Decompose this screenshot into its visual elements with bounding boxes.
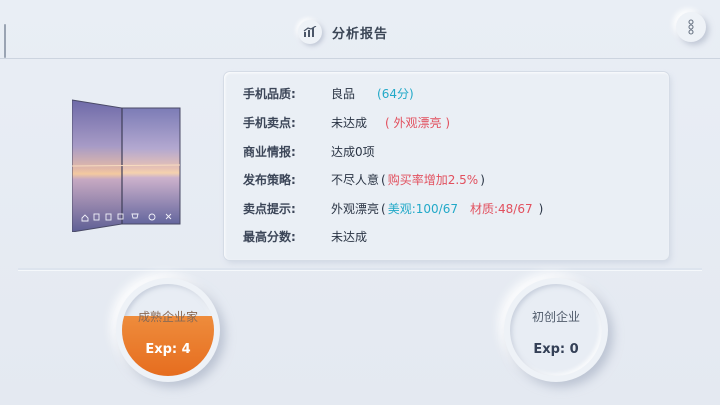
phone-preview bbox=[71, 98, 182, 233]
strategy-close: ) bbox=[480, 173, 485, 187]
hint-close: ) bbox=[538, 202, 544, 216]
hint-b-value: 48/67 bbox=[498, 202, 533, 216]
row-best: 最高分数: 未达成 bbox=[243, 227, 367, 247]
strategy-label: 发布策略: bbox=[243, 173, 296, 187]
title-group: 分析报告 bbox=[298, 18, 388, 46]
strategy-note: 购买率增加2.5% bbox=[387, 173, 479, 187]
level-exp: Exp: 0 bbox=[533, 342, 579, 357]
back-handle[interactable] bbox=[4, 24, 6, 58]
strategy-open: ( bbox=[381, 173, 386, 187]
level-name: 成熟企业家 bbox=[137, 310, 198, 324]
header-divider bbox=[0, 58, 720, 59]
hint-b-label: 材质: bbox=[469, 202, 499, 216]
row-strategy: 发布策略: 不尽人意 ( 购买率增加2.5% ) bbox=[243, 170, 485, 190]
hint-a-label: 美观: bbox=[387, 202, 416, 216]
page-title: 分析报告 bbox=[332, 26, 389, 42]
section-divider bbox=[18, 268, 702, 271]
level-badge-inner: 成熟企业家 Exp: 4 bbox=[122, 284, 214, 376]
hint-a-value: 100/67 bbox=[415, 202, 458, 216]
intel-value: 达成0项 bbox=[331, 145, 375, 159]
level-exp: Exp: 4 bbox=[145, 342, 191, 357]
row-quality: 手机品质: 良品 (64分) bbox=[243, 84, 414, 104]
top-bar: 分析报告 bbox=[0, 0, 720, 62]
best-value: 未达成 bbox=[331, 230, 368, 244]
quality-label: 手机品质: bbox=[243, 87, 296, 101]
hint-label: 卖点提示: bbox=[243, 202, 296, 216]
strategy-value: 不尽人意 bbox=[331, 173, 380, 187]
report-panel: 手机品质: 良品 (64分) 手机卖点: 未达成 ( 外观漂亮 ) 商业情报: … bbox=[224, 72, 669, 260]
selling-point-note: ( 外观漂亮 ) bbox=[385, 116, 451, 130]
selling-point-value: 未达成 bbox=[331, 116, 368, 130]
menu-button[interactable] bbox=[676, 12, 706, 42]
menu-icon bbox=[688, 19, 694, 35]
level-name: 初创企业 bbox=[531, 310, 580, 324]
hint-value: 外观漂亮 bbox=[331, 202, 380, 216]
row-intel: 商业情报: 达成0项 bbox=[243, 142, 375, 162]
row-hint: 卖点提示: 外观漂亮 ( 美观: 100/67 材质: 48/67 ) bbox=[243, 199, 543, 219]
level-badge-next[interactable]: 初创企业 Exp: 0 bbox=[504, 278, 608, 382]
intel-label: 商业情报: bbox=[243, 145, 296, 159]
quality-score: (64分) bbox=[377, 87, 414, 101]
selling-point-label: 手机卖点: bbox=[243, 116, 296, 130]
level-badge-inner: 初创企业 Exp: 0 bbox=[510, 284, 602, 376]
row-selling-point: 手机卖点: 未达成 ( 外观漂亮 ) bbox=[243, 113, 450, 133]
hint-open: ( bbox=[381, 202, 386, 216]
chart-icon bbox=[298, 20, 322, 44]
level-badge-current[interactable]: 成熟企业家 Exp: 4 bbox=[116, 278, 220, 382]
best-label: 最高分数: bbox=[243, 230, 296, 244]
quality-value: 良品 bbox=[331, 87, 356, 101]
